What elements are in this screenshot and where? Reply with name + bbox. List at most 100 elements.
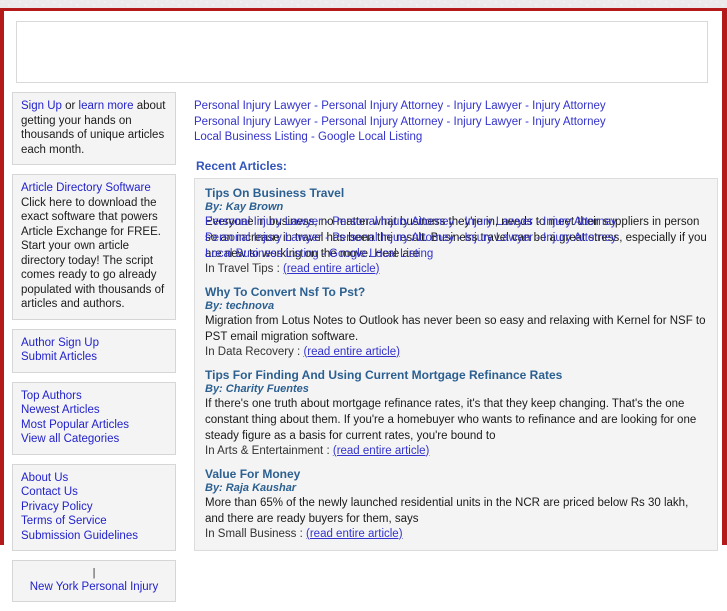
header-banner-box bbox=[16, 21, 708, 83]
article-title[interactable]: Tips For Finding And Using Current Mortg… bbox=[205, 368, 707, 382]
overlap-link-injury-lawyer-1[interactable]: Injury Lawyer bbox=[465, 216, 533, 228]
new-york-personal-injury-link[interactable]: New York Personal Injury bbox=[21, 580, 167, 594]
author-name: technova bbox=[225, 299, 275, 312]
article-category: Data Recovery bbox=[217, 345, 294, 358]
top-link-injury-lawyer-2[interactable]: Injury Lawyer bbox=[454, 116, 522, 128]
article-body: If there's one truth about mortgage refi… bbox=[205, 397, 697, 442]
top-link-injury-attorney-2[interactable]: Injury Attorney bbox=[532, 116, 606, 128]
read-entire-article-link[interactable]: (read entire article) bbox=[283, 263, 380, 275]
sidebar-software-box: Article Directory Software Click here to… bbox=[12, 174, 176, 320]
article-footer: In Data Recovery : (read entire article) bbox=[205, 346, 707, 358]
article-category: Travel Tips bbox=[217, 262, 274, 275]
read-entire-article-link[interactable]: (read entire article) bbox=[306, 528, 403, 540]
top-link-personal-injury-lawyer-1[interactable]: Personal Injury Lawyer bbox=[194, 100, 311, 112]
by-label: By: bbox=[205, 299, 226, 312]
top-link-injury-lawyer-1[interactable]: Injury Lawyer bbox=[454, 100, 522, 112]
by-label: By: bbox=[205, 382, 226, 395]
learn-more-link[interactable]: learn more bbox=[79, 100, 134, 112]
top-link-personal-injury-attorney-1[interactable]: Personal Injury Attorney bbox=[321, 100, 443, 112]
page-inner: Sign Up or learn more about getting your… bbox=[4, 11, 722, 602]
article-body: Migration from Lotus Notes to Outlook ha… bbox=[205, 314, 706, 343]
sidebar-item-newest-articles[interactable]: Newest Articles bbox=[21, 403, 167, 418]
sidebar-ad-box: | New York Personal Injury bbox=[12, 560, 176, 602]
sidebar-author-links-box: Author Sign Up Submit Articles bbox=[12, 328, 176, 373]
top-link-google-local-listing[interactable]: Google Local Listing bbox=[318, 131, 422, 143]
sep: - bbox=[443, 100, 454, 112]
category-prefix: In bbox=[205, 262, 218, 275]
article-title[interactable]: Tips On Business Travel bbox=[205, 186, 707, 200]
sep: - bbox=[318, 247, 330, 260]
article-author: By: technova bbox=[205, 300, 707, 312]
author-name: Raja Kaushar bbox=[225, 481, 297, 494]
article-footer: In Small Business : (read entire article… bbox=[205, 528, 707, 540]
sep: - bbox=[454, 215, 465, 228]
recent-articles-box: Tips On Business Travel By: Kay Brown Ev… bbox=[194, 177, 718, 551]
article-item: Value For Money By: Raja Kaushar More th… bbox=[205, 467, 707, 540]
overlapping-keyword-links: Personal Injury Lawyer - Personal Injury… bbox=[205, 214, 707, 262]
sidebar-signup-box: Sign Up or learn more about getting your… bbox=[12, 92, 176, 165]
sep: - bbox=[521, 100, 533, 112]
overlap-link-injury-attorney-2[interactable]: Injury Attorney bbox=[543, 232, 617, 244]
article-item: Why To Convert Nsf To Pst? By: technova … bbox=[205, 285, 707, 358]
software-box-body: Click here to download the exact softwar… bbox=[21, 196, 165, 311]
signup-text: Sign Up or learn more about getting your… bbox=[21, 99, 167, 157]
sep: - bbox=[310, 115, 322, 128]
footer-colon: : bbox=[323, 444, 333, 457]
top-link-local-business-listing[interactable]: Local Business Listing bbox=[194, 131, 308, 143]
sidebar-item-contact-us[interactable]: Contact Us bbox=[21, 485, 167, 500]
top-links-line-2: Personal Injury Lawyer - Personal Injury… bbox=[194, 115, 722, 131]
category-prefix: In bbox=[205, 444, 218, 457]
sidebar-item-submission-guidelines[interactable]: Submission Guidelines bbox=[21, 529, 167, 544]
page-frame: Sign Up or learn more about getting your… bbox=[0, 8, 727, 602]
overlap-line-3: Local Business Listing - Google Local Li… bbox=[205, 246, 707, 262]
overlap-link-injury-attorney-1[interactable]: Injury Attorney bbox=[543, 216, 617, 228]
sep: - bbox=[532, 231, 544, 244]
by-label: By: bbox=[205, 481, 226, 494]
overlap-link-personal-injury-attorney-1[interactable]: Personal Injury Attorney bbox=[332, 216, 454, 228]
article-footer: In Arts & Entertainment : (read entire a… bbox=[205, 445, 707, 457]
sidebar-item-top-authors[interactable]: Top Authors bbox=[21, 389, 167, 404]
sep: - bbox=[310, 100, 322, 112]
footer-colon: : bbox=[296, 527, 307, 540]
read-entire-article-link[interactable]: (read entire article) bbox=[303, 346, 400, 358]
sidebar-item-terms-of-service[interactable]: Terms of Service bbox=[21, 514, 167, 529]
author-name: Kay Brown bbox=[225, 200, 284, 213]
article-author: By: Charity Fuentes bbox=[205, 383, 707, 395]
sep: - bbox=[532, 215, 544, 228]
top-link-injury-attorney-1[interactable]: Injury Attorney bbox=[532, 100, 606, 112]
overlap-link-google-local-listing[interactable]: Google Local Listing bbox=[329, 248, 433, 260]
sep: - bbox=[454, 231, 465, 244]
sep: - bbox=[321, 215, 333, 228]
overlap-link-personal-injury-attorney-2[interactable]: Personal Injury Attorney bbox=[332, 232, 454, 244]
read-entire-article-link[interactable]: (read entire article) bbox=[333, 445, 430, 457]
overlap-link-local-business-listing[interactable]: Local Business Listing bbox=[205, 248, 319, 260]
sidebar: Sign Up or learn more about getting your… bbox=[12, 92, 176, 611]
sidebar-item-submit-articles[interactable]: Submit Articles bbox=[21, 350, 167, 365]
top-links-line-1: Personal Injury Lawyer - Personal Injury… bbox=[194, 99, 722, 115]
footer-colon: : bbox=[273, 262, 283, 275]
article-body-wrapper: Everyone in business, no matter what bus… bbox=[205, 214, 707, 262]
sidebar-item-author-sign-up[interactable]: Author Sign Up bbox=[21, 336, 167, 351]
article-footer: In Travel Tips : (read entire article) bbox=[205, 263, 707, 275]
top-texture-strip bbox=[0, 0, 727, 8]
overlap-link-injury-lawyer-2[interactable]: Injury Lawyer bbox=[465, 232, 533, 244]
sep: - bbox=[307, 131, 319, 143]
article-category: Arts & Entertainment bbox=[217, 444, 324, 457]
article-title[interactable]: Value For Money bbox=[205, 467, 707, 481]
sidebar-item-most-popular-articles[interactable]: Most Popular Articles bbox=[21, 418, 167, 433]
sidebar-item-privacy-policy[interactable]: Privacy Policy bbox=[21, 500, 167, 515]
overlap-line-1: Personal Injury Lawyer - Personal Injury… bbox=[205, 214, 707, 230]
sign-up-link[interactable]: Sign Up bbox=[21, 100, 62, 112]
top-keyword-links: Personal Injury Lawyer - Personal Injury… bbox=[194, 99, 722, 146]
sidebar-item-view-all-categories[interactable]: View all Categories bbox=[21, 432, 167, 447]
article-title[interactable]: Why To Convert Nsf To Pst? bbox=[205, 285, 707, 299]
overlap-link-personal-injury-lawyer-1[interactable]: Personal Injury Lawyer bbox=[205, 216, 322, 228]
article-directory-software-link[interactable]: Article Directory Software bbox=[21, 181, 167, 196]
top-link-personal-injury-lawyer-2[interactable]: Personal Injury Lawyer bbox=[194, 116, 311, 128]
sep: - bbox=[521, 115, 533, 128]
article-author: By: Kay Brown bbox=[205, 201, 707, 213]
sidebar-item-about-us[interactable]: About Us bbox=[21, 471, 167, 486]
overlap-link-personal-injury-lawyer-2[interactable]: Personal Injury Lawyer bbox=[205, 232, 322, 244]
top-link-personal-injury-attorney-2[interactable]: Personal Injury Attorney bbox=[321, 116, 443, 128]
signup-or-text: or bbox=[61, 100, 79, 112]
